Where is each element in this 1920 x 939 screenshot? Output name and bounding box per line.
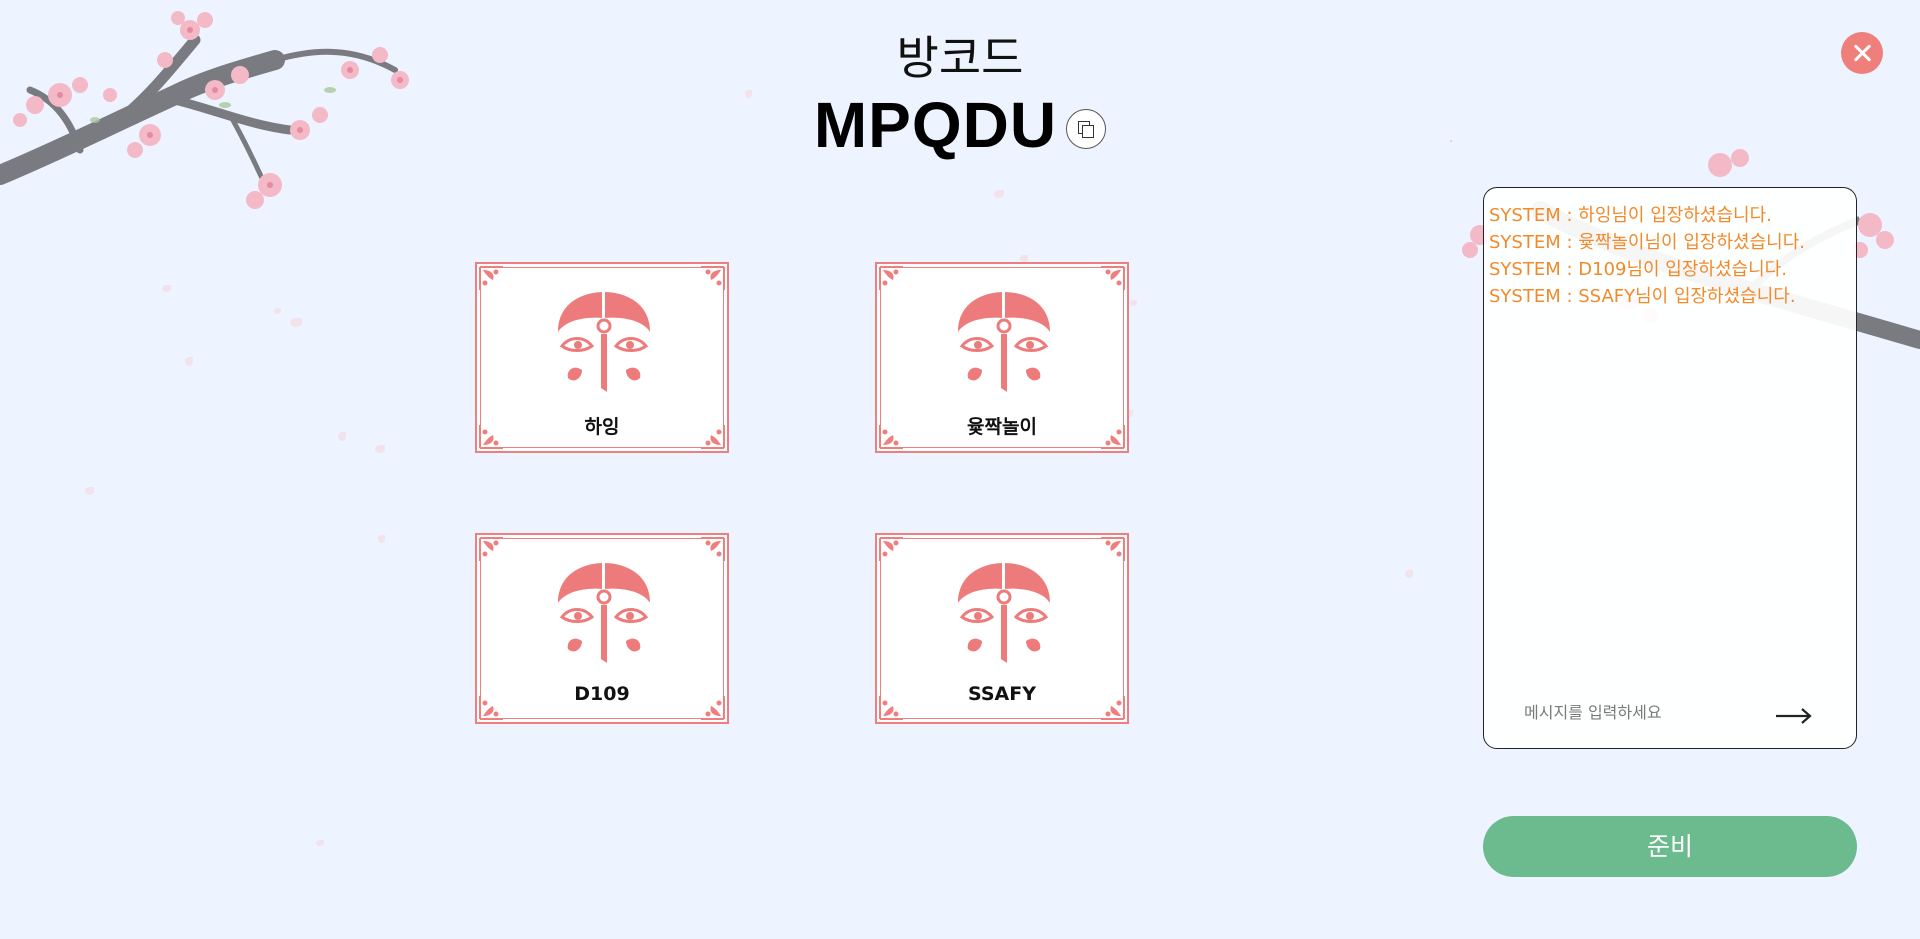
chat-input[interactable] xyxy=(1522,702,1776,723)
player-card: SSAFY xyxy=(875,533,1129,724)
arrow-right-icon xyxy=(1776,708,1812,724)
corner-ornament xyxy=(1101,266,1125,290)
system-message: SYSTEM : 윷짝놀이님이 입장하셨습니다. xyxy=(1489,232,1805,253)
corner-ornament xyxy=(879,537,903,561)
copy-button[interactable] xyxy=(1066,109,1107,149)
corner-ornament xyxy=(1101,537,1125,561)
hahoe-mask-icon xyxy=(958,292,1050,392)
corner-ornament xyxy=(701,266,725,290)
hahoe-mask-icon xyxy=(558,292,650,392)
system-message: SYSTEM : SSAFY님이 입장하셨습니다. xyxy=(1489,286,1796,307)
room-code-row: MPQDU xyxy=(0,88,1920,162)
corner-ornament xyxy=(701,537,725,561)
player-name: 윷짝놀이 xyxy=(967,416,1037,438)
player-name: 하잉 xyxy=(584,416,620,438)
system-message: SYSTEM : D109님이 입장하셨습니다. xyxy=(1489,259,1787,280)
corner-ornament xyxy=(479,537,503,561)
ready-button[interactable]: 준비 xyxy=(1483,816,1857,877)
player-card: 하잉 xyxy=(475,262,729,453)
corner-ornament xyxy=(479,266,503,290)
hahoe-mask-icon xyxy=(558,563,650,663)
chat-panel: SYSTEM : 하잉님이 입장하셨습니다. SYSTEM : 윷짝놀이님이 입… xyxy=(1483,187,1857,749)
close-button[interactable] xyxy=(1841,32,1883,74)
room-code-label: 방코드 xyxy=(896,31,1024,85)
player-card: D109 xyxy=(475,533,729,724)
player-name: D109 xyxy=(574,683,630,705)
player-name: SSAFY xyxy=(968,683,1036,705)
player-card: 윷짝놀이 xyxy=(875,262,1129,453)
room-code: MPQDU xyxy=(813,89,1058,161)
send-button[interactable] xyxy=(1774,705,1814,727)
system-message: SYSTEM : 하잉님이 입장하셨습니다. xyxy=(1489,205,1772,226)
corner-ornament xyxy=(879,266,903,290)
hahoe-mask-icon xyxy=(958,563,1050,663)
chat-message-list: SYSTEM : 하잉님이 입장하셨습니다. SYSTEM : 윷짝놀이님이 입… xyxy=(1489,202,1852,310)
